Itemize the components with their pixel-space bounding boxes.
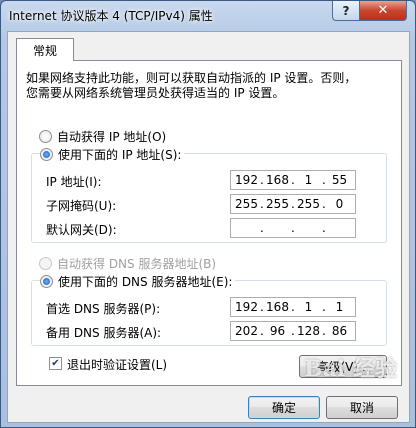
manual-ip-label: 使用下面的 IP 地址(S): [58, 148, 182, 162]
manual-ip-radio[interactable] [40, 148, 53, 161]
auto-dns-radio [39, 257, 52, 270]
dialog-window: Internet 协议版本 4 (TCP/IPv4) 属性 ? ✕ 常规 如果网… [0, 0, 416, 428]
mask-octet: 255 [297, 197, 320, 211]
dns-octet: 1 [335, 300, 344, 314]
subnet-mask-input[interactable]: 255. 255. 255. 0 [230, 194, 356, 214]
tab-general[interactable]: 常规 [16, 38, 74, 61]
window-title: Internet 协议版本 4 (TCP/IPv4) 属性 [9, 9, 213, 23]
alternate-dns-input[interactable]: 202. 96. 128. 86 [230, 321, 356, 341]
subnet-mask-label: 子网掩码(U): [46, 199, 117, 213]
ip-address-input[interactable]: 192. 168. 1. 55 [230, 170, 356, 190]
default-gateway-input[interactable]: . . . [230, 218, 356, 238]
mask-octet: 0 [335, 197, 344, 211]
preferred-dns-label: 首选 DNS 服务器(P): [46, 302, 161, 316]
dns-octet: 128 [297, 324, 320, 338]
validate-label: 退出时验证设置(L) [67, 358, 168, 372]
close-button[interactable]: ✕ [359, 1, 407, 21]
ip-octet: 1 [304, 173, 313, 187]
dns-octet: 192 [235, 300, 258, 314]
default-gateway-label: 默认网关(D): [46, 223, 117, 237]
mask-octet: 255 [266, 197, 289, 211]
ok-button[interactable]: 确定 [248, 396, 320, 419]
dns-octet: 96 [269, 324, 286, 338]
ip-address-label: IP 地址(I): [46, 175, 102, 189]
help-button[interactable]: ? [332, 1, 360, 21]
manual-ip-option[interactable]: 使用下面的 IP 地址(S): [40, 146, 185, 163]
dns-octet: 202 [235, 324, 258, 338]
manual-dns-label: 使用下面的 DNS 服务器地址(E): [58, 275, 233, 289]
description: 如果网络支持此功能，则可以获取自动指派的 IP 设置。否则， 您需要从网络系统管… [26, 71, 386, 101]
general-panel: 如果网络支持此功能，则可以获取自动指派的 IP 设置。否则， 您需要从网络系统管… [16, 60, 402, 386]
cancel-button[interactable]: 取消 [326, 396, 398, 419]
preferred-dns-input[interactable]: 192. 168. 1. 1 [230, 297, 356, 317]
manual-dns-option[interactable]: 使用下面的 DNS 服务器地址(E): [40, 273, 236, 290]
auto-ip-radio[interactable] [39, 130, 52, 143]
description-line-2: 您需要从网络系统管理员处获得适当的 IP 设置。 [26, 86, 285, 100]
checkmark-icon: ✔ [51, 358, 60, 369]
manual-dns-radio[interactable] [40, 275, 53, 288]
ip-octet: 168 [266, 173, 289, 187]
mask-octet: 255 [235, 197, 258, 211]
help-icon: ? [342, 3, 350, 18]
watermark-logo: Bai 经验 [304, 356, 397, 382]
validate-checkbox[interactable]: ✔ [49, 357, 62, 370]
dns-octet: 1 [304, 300, 313, 314]
auto-dns-option: 自动获得 DNS 服务器地址(B) [39, 255, 216, 272]
close-icon: ✕ [377, 3, 389, 18]
dns-octet: 86 [331, 324, 348, 338]
dns-octet: 168 [266, 300, 289, 314]
ip-octet: 55 [331, 173, 348, 187]
dns-group: 使用下面的 DNS 服务器地址(E): 首选 DNS 服务器(P): 192. … [31, 273, 387, 346]
alternate-dns-label: 备用 DNS 服务器(A): [46, 326, 162, 340]
ip-group: 使用下面的 IP 地址(S): IP 地址(I): 192. 168. 1. 5… [31, 146, 387, 243]
auto-ip-option[interactable]: 自动获得 IP 地址(O) [39, 128, 166, 145]
description-line-1: 如果网络支持此功能，则可以获取自动指派的 IP 设置。否则， [26, 71, 357, 85]
auto-dns-label: 自动获得 DNS 服务器地址(B) [57, 257, 217, 271]
ip-octet: 192 [235, 173, 258, 187]
auto-ip-label: 自动获得 IP 地址(O) [57, 130, 167, 144]
